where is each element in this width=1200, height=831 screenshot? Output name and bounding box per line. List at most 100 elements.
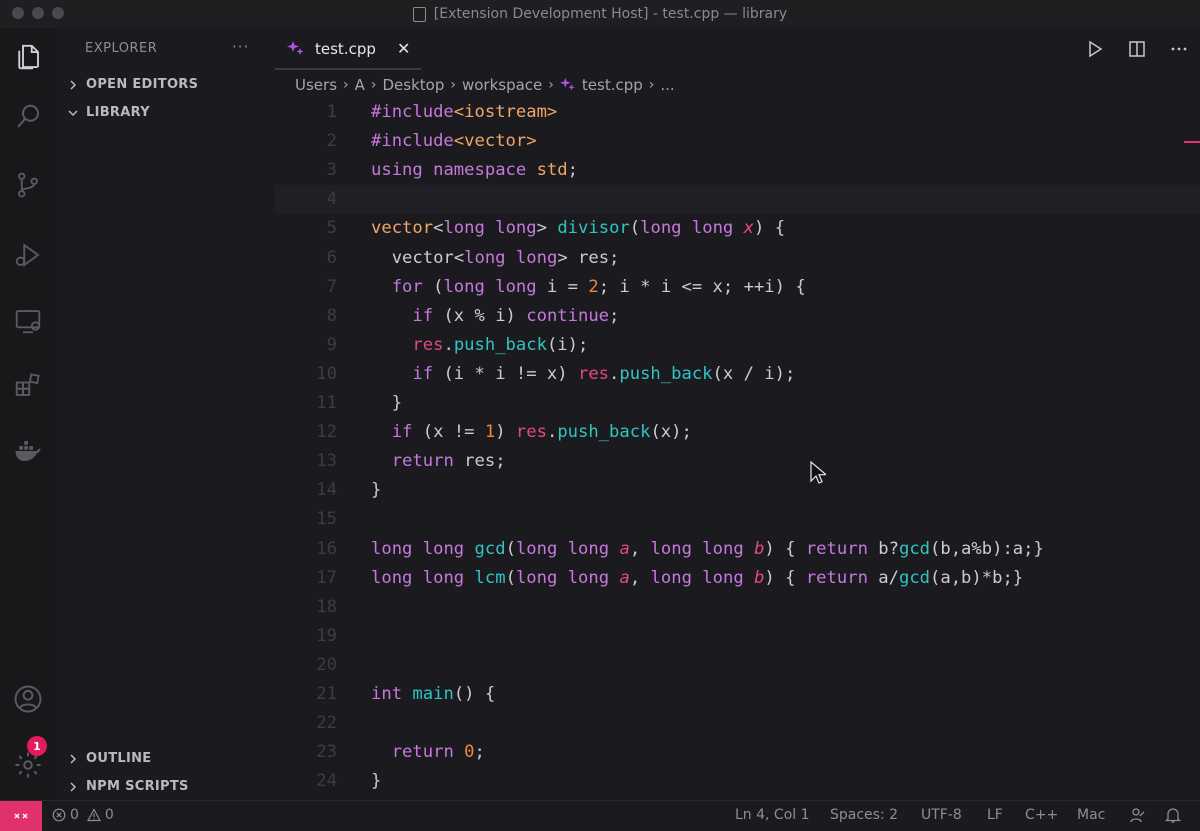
search-icon[interactable] (11, 100, 45, 134)
close-window-button[interactable] (12, 7, 24, 19)
breadcrumb-users[interactable]: Users (295, 76, 337, 94)
code-token: for (391, 276, 423, 297)
tab-test-cpp[interactable]: test.cpp ✕ (275, 28, 421, 70)
feedback-icon[interactable] (1128, 806, 1146, 824)
tab-close-icon[interactable]: ✕ (397, 39, 410, 58)
code-line[interactable]: 12 if (x != 1) res.push_back(x); (275, 418, 1200, 447)
code-token: gcd (898, 538, 931, 559)
sidebar-more-icon[interactable]: ··· (232, 38, 249, 56)
code-line[interactable]: 23 return 0; (275, 738, 1200, 767)
code-token: long (371, 567, 413, 588)
code-token: long (464, 247, 506, 268)
code-line[interactable]: 8 if (x % i) continue; (275, 302, 1200, 331)
docker-icon[interactable] (11, 434, 45, 468)
code-line[interactable]: 14} (275, 476, 1200, 505)
chevron-right-icon (66, 752, 80, 766)
code-token: x (743, 218, 755, 239)
code-token: res (577, 363, 610, 384)
indentation[interactable]: Spaces: 2 (830, 807, 898, 823)
code-token: long (422, 538, 465, 559)
error-icon (52, 808, 66, 822)
code-line[interactable]: 15 (275, 505, 1200, 534)
line-text: vector<long long> divisor(long long x) { (371, 214, 785, 243)
code-token: vector< (371, 247, 465, 268)
extensions-icon[interactable] (11, 368, 45, 402)
section-library[interactable]: LIBRARY (66, 105, 150, 120)
code-token: } (371, 393, 403, 413)
line-text: int main() { (371, 680, 495, 709)
line-number: 15 (316, 509, 337, 530)
remote-indicator-icon[interactable] (0, 801, 42, 831)
code-line[interactable]: 17 long long lcm(long long a, long long b… (275, 564, 1200, 593)
encoding[interactable]: UTF-8 (921, 807, 962, 823)
line-number: 20 (316, 654, 337, 675)
line-number: 8 (326, 305, 337, 326)
breadcrumb-chevron-icon: › (343, 77, 349, 93)
line-number: 14 (316, 480, 337, 501)
split-editor-icon[interactable] (1116, 28, 1158, 70)
code-token: b? (867, 538, 899, 559)
end-of-line[interactable]: LF (987, 807, 1003, 823)
line-number: 21 (316, 684, 337, 704)
code-line[interactable]: 20 (275, 651, 1200, 680)
line-text: } (371, 389, 402, 418)
code-token: , (629, 538, 651, 559)
source-control-icon[interactable] (11, 168, 45, 202)
section-outline[interactable]: OUTLINE (66, 751, 151, 766)
code-token: () { (453, 684, 496, 704)
code-line[interactable]: 4 (275, 185, 1200, 215)
cursor-position[interactable]: Ln 4, Col 1 (735, 807, 810, 823)
cpp-file-icon (287, 41, 304, 55)
code-line[interactable]: 3 using namespace std; (275, 156, 1200, 185)
notifications-bell-icon[interactable] (1164, 806, 1182, 824)
code-line[interactable]: 21 int main() { (275, 680, 1200, 709)
explorer-icon[interactable] (11, 40, 45, 74)
run-icon[interactable] (1074, 28, 1116, 70)
zoom-window-button[interactable] (52, 7, 64, 19)
code-line[interactable]: 9 res.push_back(i); (275, 331, 1200, 360)
code-line[interactable]: 7 for (long long i = 2; i * i <= x; ++i)… (275, 273, 1200, 302)
breadcrumb-file[interactable]: test.cpp (582, 76, 643, 94)
code-line[interactable]: 1 #include<iostream> (275, 98, 1200, 127)
account-icon[interactable] (11, 682, 45, 716)
code-line[interactable]: 22 (275, 709, 1200, 738)
code-line[interactable]: 24} (275, 767, 1200, 796)
code-line[interactable]: 16 long long gcd(long long a, long long b… (275, 535, 1200, 564)
code-line[interactable]: 5 vector<long long> divisor(long long x) … (275, 214, 1200, 243)
minimize-window-button[interactable] (32, 7, 44, 19)
code-line[interactable]: 19 (275, 622, 1200, 651)
code-line[interactable]: 11 } (275, 389, 1200, 418)
code-token: (x); (650, 422, 692, 443)
run-debug-icon[interactable] (11, 238, 45, 272)
remote-explorer-icon[interactable] (11, 304, 45, 338)
breadcrumb-symbols[interactable]: ... (660, 76, 674, 94)
code-line[interactable]: 13 return res; (275, 447, 1200, 476)
platform[interactable]: Mac (1077, 807, 1105, 823)
code-line[interactable]: 2 #include<vector> (275, 127, 1200, 156)
breadcrumb-workspace[interactable]: workspace (462, 76, 542, 94)
breadcrumb-desktop[interactable]: Desktop (383, 76, 445, 94)
code-token: ; i * i <= x; ++i) { (598, 276, 806, 297)
code-token: long (515, 247, 558, 268)
window-controls[interactable] (12, 7, 64, 19)
problems-indicator[interactable]: 0 0 (52, 807, 114, 823)
code-line[interactable]: 10 if (i * i != x) res.push_back(x / i); (275, 360, 1200, 389)
more-actions-icon[interactable] (1158, 28, 1200, 70)
line-number: 16 (316, 538, 337, 559)
line-number: 22 (316, 713, 337, 734)
breadcrumb-a[interactable]: A (355, 76, 365, 94)
code-line[interactable]: 18 (275, 593, 1200, 622)
mouse-pointer-icon (810, 461, 826, 484)
language-mode[interactable]: C++ (1025, 807, 1058, 823)
section-npm-scripts[interactable]: NPM SCRIPTS (66, 779, 189, 794)
editor-actions (1074, 28, 1200, 70)
line-number: 11 (316, 393, 337, 413)
code-line[interactable]: 6 vector<long long> res; (275, 244, 1200, 273)
code-token: long (495, 276, 537, 297)
code-token: push_back (453, 334, 547, 355)
code-token: long (650, 567, 692, 588)
section-open-editors[interactable]: OPEN EDITORS (66, 77, 198, 92)
